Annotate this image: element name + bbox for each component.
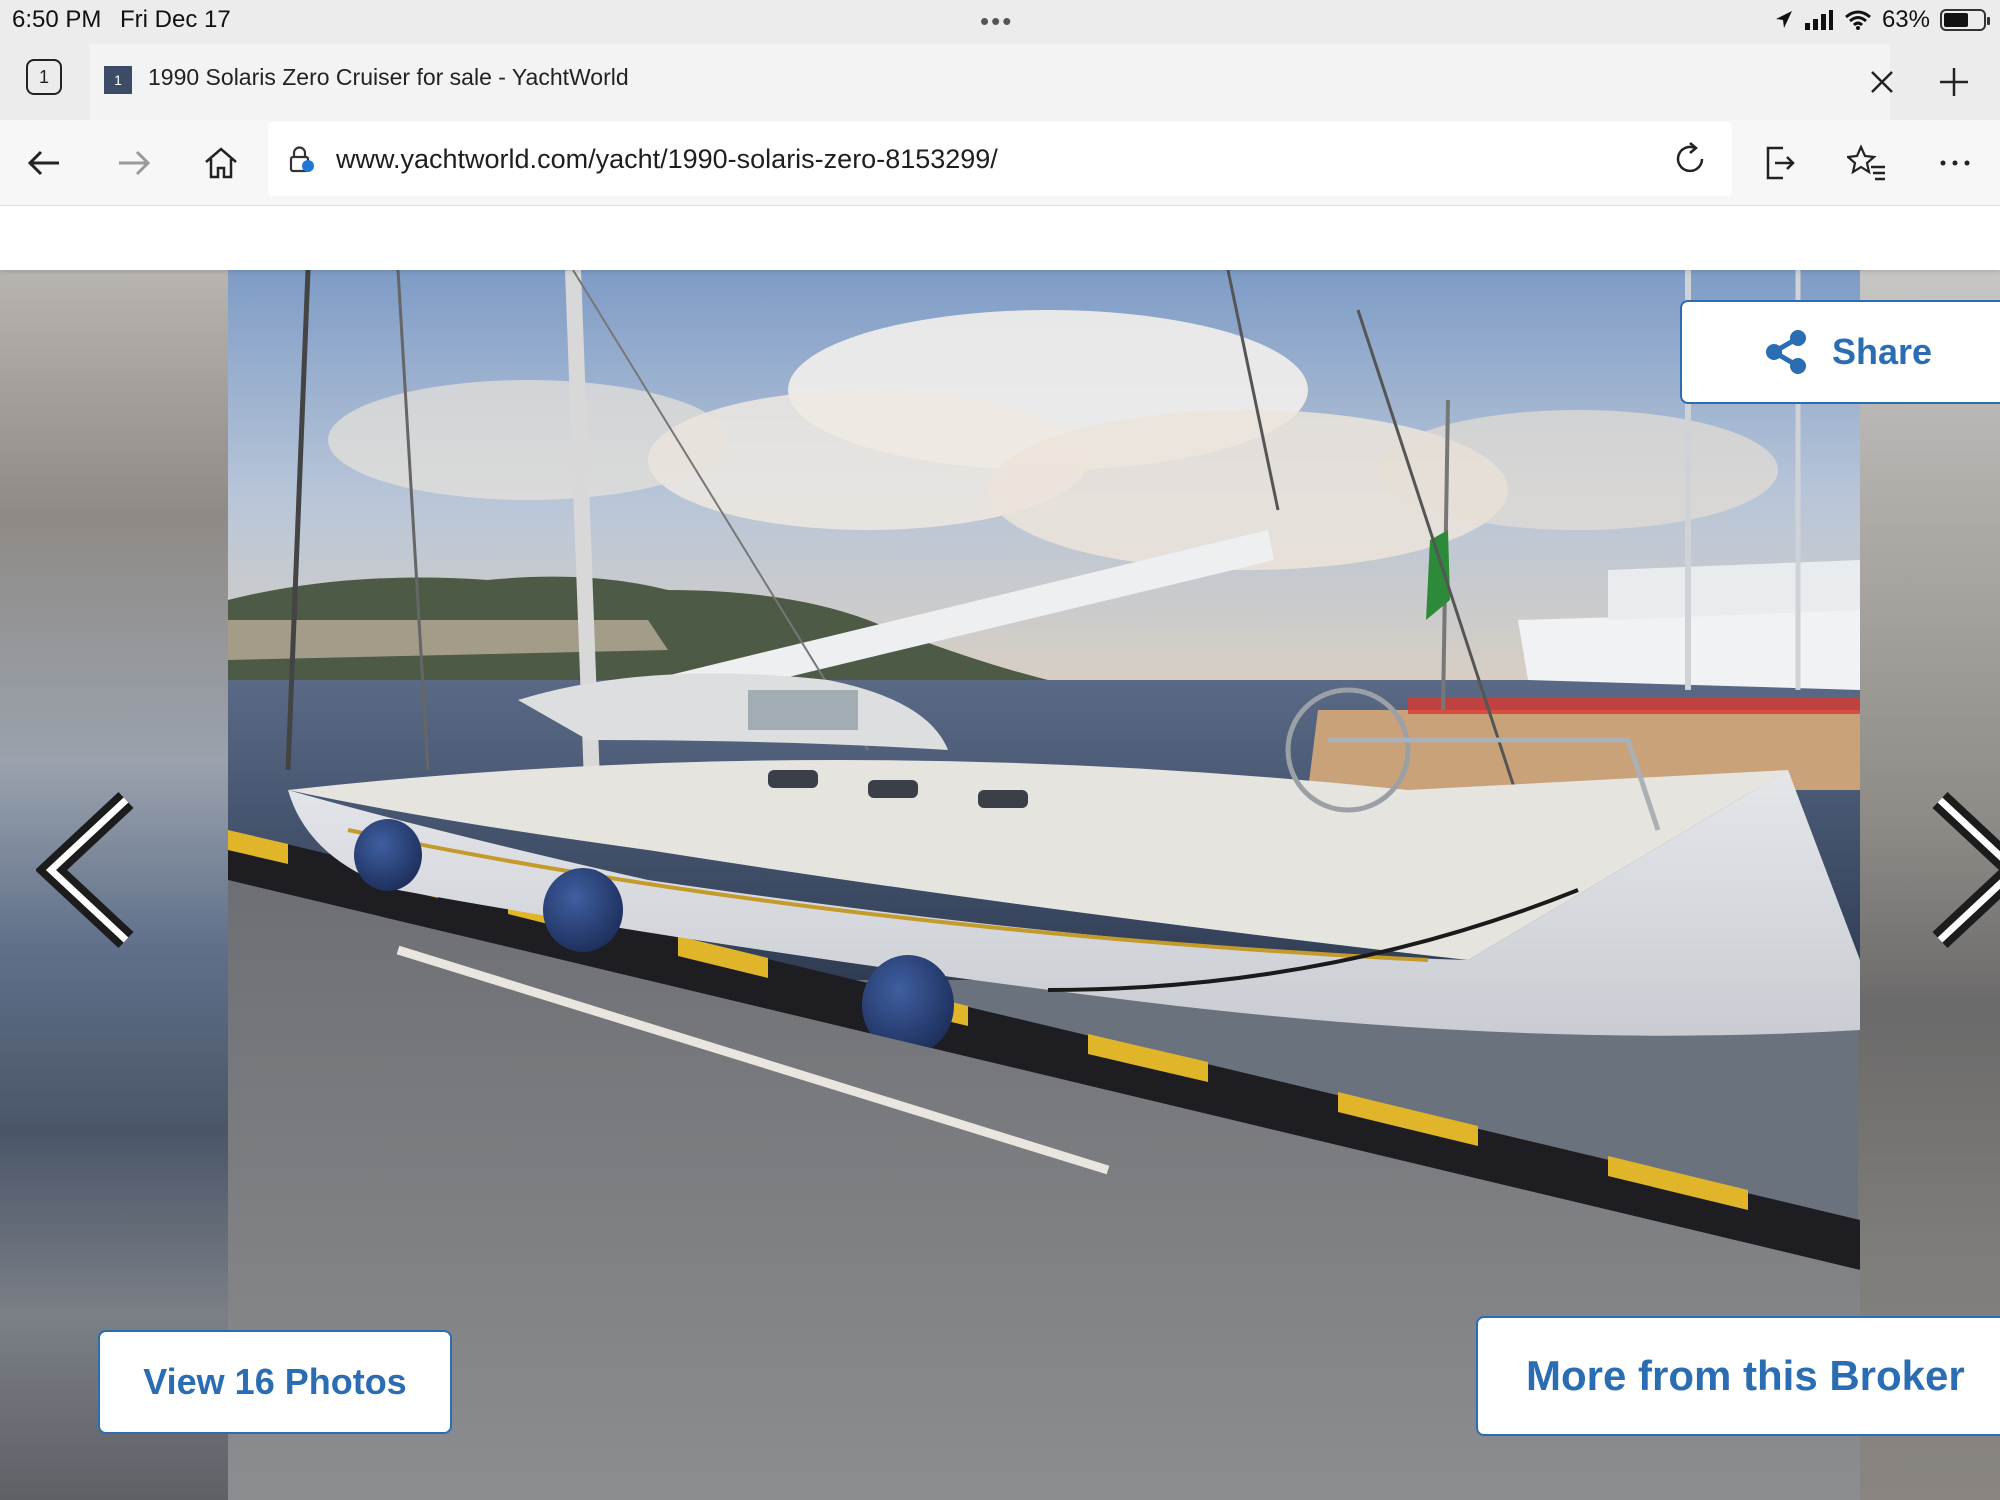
- status-date: Fri Dec 17: [120, 6, 231, 33]
- browser-toolbar: www.yachtworld.com/yacht/1990-solaris-ze…: [0, 120, 2000, 206]
- tab-bar: 1 1 1990 Solaris Zero Cruiser for sale -…: [0, 44, 2000, 120]
- plus-icon[interactable]: [1930, 58, 1978, 106]
- favorites-icon: [1847, 144, 1885, 181]
- reload-icon[interactable]: [1668, 137, 1712, 181]
- close-icon[interactable]: [1860, 60, 1904, 104]
- share-icon: [1766, 330, 1806, 374]
- url-text[interactable]: www.yachtworld.com/yacht/1990-solaris-ze…: [336, 144, 998, 175]
- tab-active[interactable]: 1 1990 Solaris Zero Cruiser for sale - Y…: [90, 44, 1890, 120]
- wifi-icon: [1844, 10, 1871, 30]
- more-from-broker-button[interactable]: More from this Broker: [1476, 1316, 2000, 1436]
- more-button[interactable]: [1930, 138, 1980, 188]
- back-button[interactable]: [20, 138, 70, 188]
- next-photo-button[interactable]: [1930, 790, 2000, 950]
- cellular-signal-icon: [1804, 10, 1833, 30]
- share-button[interactable]: Share: [1680, 300, 2000, 404]
- status-indicators: 63%: [1774, 4, 1990, 36]
- home-button[interactable]: [196, 138, 246, 188]
- page-header: [0, 206, 2000, 270]
- photo-gallery[interactable]: Share View 16 Photos More from this Brok…: [0, 270, 2000, 1500]
- battery-icon: [1940, 9, 1990, 31]
- tab-title: 1990 Solaris Zero Cruiser for sale - Yac…: [148, 64, 629, 90]
- read-aloud-button[interactable]: [1754, 138, 1804, 188]
- forward-button[interactable]: [108, 138, 158, 188]
- more-icon: [1940, 160, 1970, 166]
- favorites-button[interactable]: [1842, 138, 1892, 188]
- status-time: 6:50 PM: [12, 6, 102, 33]
- tab-switcher-button[interactable]: 1: [26, 59, 62, 95]
- share-label: Share: [1832, 331, 1933, 372]
- location-icon: [1775, 11, 1792, 28]
- home-icon: [205, 147, 237, 179]
- lock-icon[interactable]: [286, 144, 316, 174]
- read-aloud-icon: [1766, 146, 1795, 180]
- forward-icon: [119, 150, 151, 176]
- address-bar[interactable]: www.yachtworld.com/yacht/1990-solaris-ze…: [268, 122, 1732, 196]
- status-bar: 6:50 PM Fri Dec 17 ••• 63%: [0, 0, 2000, 44]
- favicon-icon: 1: [104, 66, 132, 94]
- chevron-left-icon: [36, 791, 134, 949]
- chevron-right-icon: [1932, 791, 2000, 949]
- view-photos-button[interactable]: View 16 Photos: [98, 1330, 452, 1434]
- multitasking-dots-icon[interactable]: •••: [980, 6, 1013, 37]
- back-icon: [27, 150, 59, 176]
- battery-percent: 63%: [1881, 6, 1930, 33]
- previous-photo-button[interactable]: [36, 790, 136, 950]
